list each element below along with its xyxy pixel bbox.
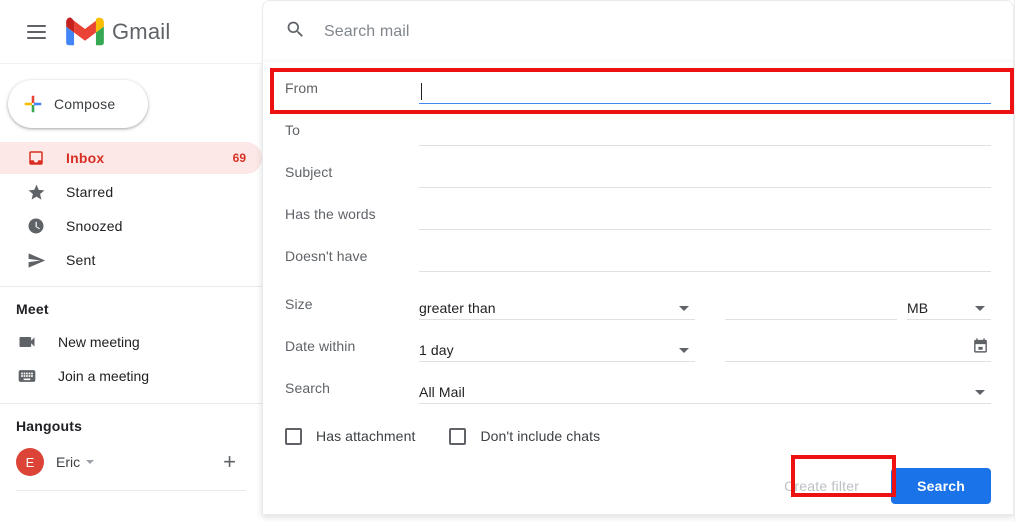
size-comparator-value: greater than: [419, 300, 496, 316]
hangouts-username: Eric: [56, 454, 81, 470]
has-the-words-label: Has the words: [285, 206, 376, 222]
size-field-row: Size greater than MB: [285, 278, 991, 320]
dont-include-chats-checkbox[interactable]: [449, 427, 467, 445]
send-icon: [26, 250, 46, 270]
sidebar-item-label: Starred: [66, 184, 114, 200]
from-field-row: From: [285, 62, 991, 104]
gmail-logo[interactable]: Gmail: [66, 17, 170, 46]
chevron-down-icon: [975, 306, 985, 311]
date-within-range-select[interactable]: 1 day: [419, 336, 695, 362]
subject-field-row: Subject: [285, 146, 991, 188]
date-within-field-row: Date within 1 day: [285, 320, 991, 362]
compose-button[interactable]: Compose: [8, 80, 148, 128]
search-button[interactable]: Search: [891, 468, 991, 504]
app-header: Gmail: [0, 0, 262, 64]
add-hangout-icon[interactable]: +: [223, 451, 236, 473]
date-within-date-input[interactable]: [725, 336, 991, 362]
sidebar-item-label: New meeting: [58, 334, 140, 350]
chevron-down-icon: [679, 306, 689, 311]
has-the-words-input[interactable]: [419, 204, 991, 230]
plus-icon: [24, 95, 42, 113]
star-icon: [26, 182, 46, 202]
action-button-row: Create filter Search: [285, 468, 991, 504]
doesnt-have-input[interactable]: [419, 246, 991, 272]
date-within-label: Date within: [285, 338, 356, 354]
avatar: E: [16, 448, 44, 476]
size-unit-select[interactable]: MB: [907, 294, 991, 320]
search-scope-value: All Mail: [419, 384, 465, 400]
text-cursor: [421, 83, 422, 100]
search-bar[interactable]: Search mail: [262, 0, 1014, 62]
doesnt-have-label: Doesn't have: [285, 248, 368, 264]
inbox-unread-count: 69: [232, 151, 246, 165]
dont-include-chats-label: Don't include chats: [480, 428, 601, 444]
from-label: From: [285, 80, 319, 96]
to-label: To: [285, 122, 300, 138]
chevron-down-icon: [679, 348, 689, 353]
chevron-down-icon[interactable]: [86, 460, 95, 464]
search-scope-label: Search: [285, 380, 330, 396]
page-right-edge: [1014, 0, 1024, 522]
advanced-search-panel: From To Subject Has the words Doesn't ha…: [262, 62, 1014, 515]
search-input[interactable]: Search mail: [324, 23, 410, 41]
keyboard-icon: [16, 365, 38, 387]
sidebar-item-label: Sent: [66, 252, 96, 268]
hangouts-section-title: Hangouts: [16, 418, 83, 434]
date-within-range-value: 1 day: [419, 342, 454, 358]
search-icon: [285, 19, 306, 45]
size-unit-value: MB: [907, 300, 929, 316]
folder-list: Inbox 69 Starred Snoozed Sent: [0, 142, 262, 276]
sidebar-item-label: Join a meeting: [58, 368, 150, 384]
subject-label: Subject: [285, 164, 333, 180]
search-scope-field-row: Search All Mail: [285, 362, 991, 404]
hamburger-menu-icon[interactable]: [16, 12, 56, 52]
size-comparator-select[interactable]: greater than: [419, 294, 695, 320]
chevron-down-icon: [975, 390, 985, 395]
from-input[interactable]: [419, 78, 991, 104]
sidebar-item-join-meeting[interactable]: Join a meeting: [0, 359, 262, 393]
sidebar-item-snoozed[interactable]: Snoozed: [0, 210, 262, 242]
sidebar-item-new-meeting[interactable]: New meeting: [0, 325, 262, 359]
hangouts-user-row[interactable]: E Eric +: [0, 442, 262, 482]
sidebar-item-sent[interactable]: Sent: [0, 244, 262, 276]
has-attachment-label: Has attachment: [316, 428, 416, 444]
sidebar: Gmail Compose Inbox 69 Starred Snoozed S…: [0, 0, 262, 522]
has-attachment-checkbox[interactable]: [285, 427, 302, 445]
sidebar-item-starred[interactable]: Starred: [0, 176, 262, 208]
calendar-icon[interactable]: [972, 337, 989, 359]
video-camera-icon: [16, 331, 38, 353]
to-input[interactable]: [419, 120, 991, 146]
to-field-row: To: [285, 104, 991, 146]
sidebar-item-label: Snoozed: [66, 218, 123, 234]
compose-label: Compose: [54, 96, 116, 112]
sidebar-item-inbox[interactable]: Inbox 69: [0, 142, 262, 174]
inbox-icon: [26, 148, 46, 168]
doesnt-have-field-row: Doesn't have: [285, 230, 991, 272]
meet-section-title: Meet: [16, 301, 49, 317]
gmail-wordmark: Gmail: [112, 18, 171, 44]
clock-icon: [26, 216, 46, 236]
create-filter-button[interactable]: Create filter: [770, 469, 873, 503]
sidebar-item-label: Inbox: [66, 150, 105, 166]
subject-input[interactable]: [419, 162, 991, 188]
size-amount-input[interactable]: [725, 294, 897, 320]
search-scope-select[interactable]: All Mail: [419, 378, 991, 404]
sidebar-divider-3: [16, 490, 246, 491]
gmail-search-filter-screen: Gmail Compose Inbox 69 Starred Snoozed S…: [0, 0, 1024, 522]
checkbox-row: Has attachment Don't include chats: [285, 410, 991, 462]
gmail-m-logo-icon: [66, 17, 104, 46]
size-label: Size: [285, 296, 313, 312]
has-the-words-field-row: Has the words: [285, 188, 991, 230]
